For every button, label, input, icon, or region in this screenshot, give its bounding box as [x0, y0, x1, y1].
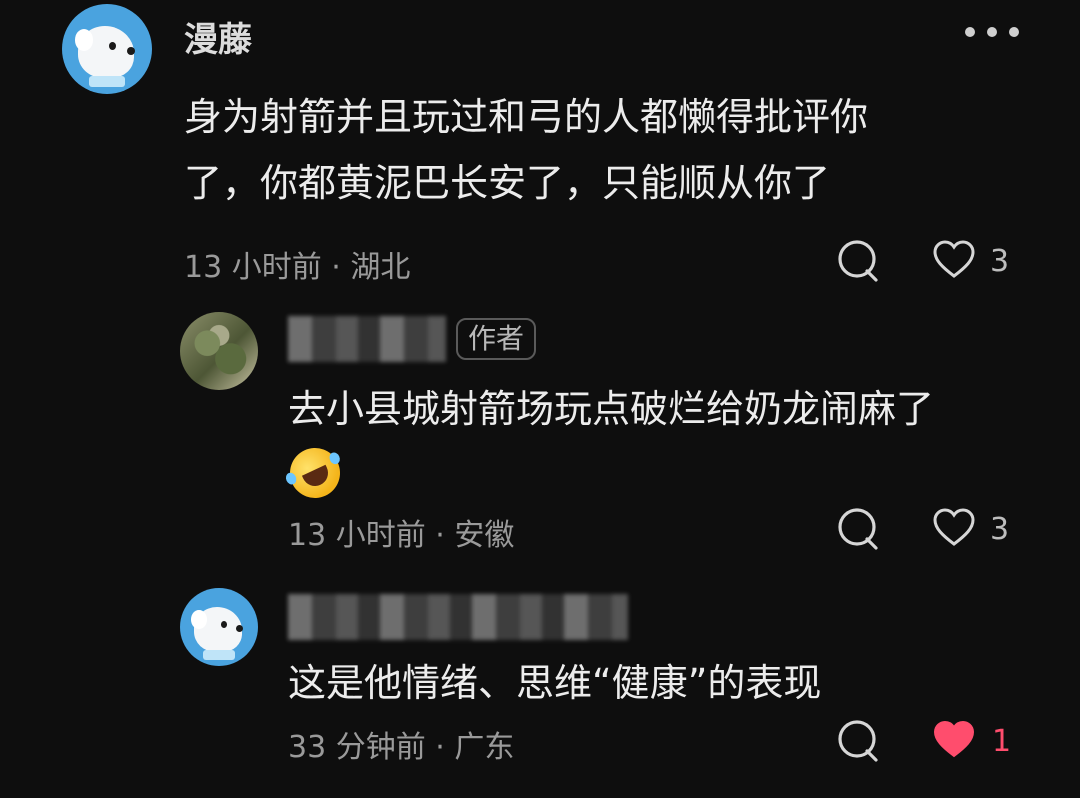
- comment-text-line: 身为射箭并且玩过和弓的人都懒得批评你: [184, 95, 869, 139]
- reply-meta: 13 小时前 · 安徽: [288, 518, 515, 553]
- more-dots-icon[interactable]: [964, 24, 1020, 40]
- reply-text: 这是他情绪、思维“健康”的表现: [288, 650, 1048, 716]
- like-count: 3: [990, 512, 1010, 547]
- author-badge: 作者: [456, 318, 537, 360]
- rolling-on-floor-laughing-emoji: [281, 439, 349, 507]
- comment-meta: 13 小时前 · 湖北: [184, 250, 411, 285]
- reply-icon[interactable]: [836, 506, 882, 552]
- liked-heart-fill: [933, 720, 975, 758]
- avatar[interactable]: [180, 588, 258, 666]
- blurred-username: [288, 594, 628, 640]
- like-icon[interactable]: [932, 508, 976, 548]
- reply-text: 去小县城射箭场玩点破烂给奶龙闹麻了: [288, 376, 1048, 442]
- reply-meta: 33 分钟前 · 广东: [288, 730, 515, 765]
- blurred-username: [288, 316, 446, 362]
- reply-text-line: 这是他情绪、思维“健康”的表现: [288, 661, 822, 705]
- comment-text-line: 了，你都黄泥巴长安了，只能顺从你了: [184, 161, 831, 205]
- avatar[interactable]: [180, 312, 258, 390]
- reply-icon[interactable]: [836, 238, 882, 284]
- like-count: 1: [992, 724, 1012, 759]
- comment-text: 身为射箭并且玩过和弓的人都懒得批评你 了，你都黄泥巴长安了，只能顺从你了: [184, 84, 1044, 216]
- like-count: 3: [990, 244, 1010, 279]
- avatar[interactable]: [62, 4, 152, 94]
- reply-text-line: 去小县城射箭场玩点破烂给奶龙闹麻了: [288, 387, 935, 431]
- liked-heart-icon[interactable]: [932, 720, 976, 760]
- like-icon[interactable]: [932, 240, 976, 280]
- comment-username[interactable]: 漫藤: [184, 12, 252, 61]
- reply-icon[interactable]: [836, 718, 882, 764]
